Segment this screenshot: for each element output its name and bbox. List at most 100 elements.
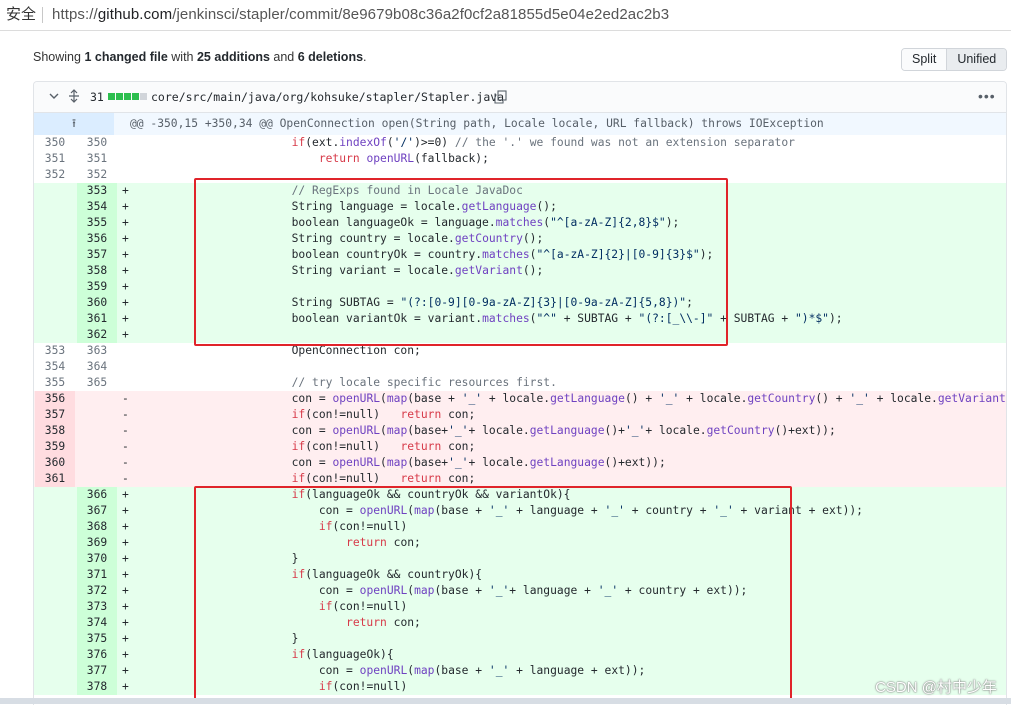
old-line-number[interactable]: 357 — [35, 407, 75, 423]
added-line: 353 + // RegExps found in Locale JavaDoc — [34, 183, 1006, 199]
new-line-number[interactable]: 364 — [77, 359, 117, 375]
new-line-number[interactable]: 371 — [77, 567, 117, 583]
old-line-number[interactable]: 359 — [35, 439, 75, 455]
new-line-number[interactable]: 360 — [77, 295, 117, 311]
context-line: 354 364 — [34, 359, 1006, 375]
address-bar[interactable]: 安全 https://github.com/jenkinsci/stapler/… — [0, 0, 1011, 31]
code-text: if(con!=null) — [318, 520, 408, 533]
code-text: if(languageOk && countryOk){ — [291, 568, 483, 581]
new-line-number[interactable]: 370 — [77, 551, 117, 567]
summary-suffix: . — [363, 50, 367, 64]
old-line-number[interactable]: 353 — [35, 343, 75, 359]
diff-marker: + — [122, 536, 129, 549]
diff-marker: + — [122, 664, 129, 677]
diff-marker: + — [122, 296, 129, 309]
code-text: } — [210, 552, 299, 565]
added-line: 356 + String country = locale.getCountry(… — [34, 231, 1006, 247]
new-line-number[interactable]: 367 — [77, 503, 117, 519]
code-text: if(con!=null) return con; — [291, 440, 476, 453]
code-text: if(con!=null) return con; — [291, 408, 476, 421]
added-line: 377 + con = openURL(map(base + '_' + lang… — [34, 663, 1006, 679]
old-line-number[interactable]: 360 — [35, 455, 75, 471]
added-line: 374 + return con; — [34, 615, 1006, 631]
added-line: 366 + if(languageOk && countryOk && varia… — [34, 487, 1006, 503]
code-text: if(con!=null) — [318, 680, 408, 693]
new-line-number[interactable]: 368 — [77, 519, 117, 535]
change-count: 31 — [90, 90, 104, 104]
code-text: if(languageOk && countryOk && variantOk)… — [291, 488, 571, 501]
old-line-number[interactable]: 355 — [35, 375, 75, 391]
file-diff: 31 core/src/main/java/org/kohsuke/staple… — [33, 81, 1007, 705]
code-text: // try locale specific resources first. — [291, 376, 557, 389]
old-line-number[interactable]: 356 — [35, 391, 75, 407]
new-line-number[interactable]: 374 — [77, 615, 117, 631]
old-line-number[interactable]: 358 — [35, 423, 75, 439]
code-text: String country = locale.getCountry(); — [210, 232, 544, 245]
added-line: 373 + if(con!=null) — [34, 599, 1006, 615]
diff-marker: + — [122, 184, 129, 197]
new-line-number[interactable]: 350 — [77, 135, 117, 151]
url-text[interactable]: https://github.com/jenkinsci/stapler/com… — [52, 0, 669, 30]
expand-up-icon[interactable]: ⭱ — [34, 113, 114, 135]
context-line: 350 350 if(ext.indexOf('/')>=0) // the '.… — [34, 135, 1006, 151]
deleted-line: 361 - if(con!=null) return con; — [34, 471, 1006, 487]
context-line: 355 365 // try locale specific resources … — [34, 375, 1006, 391]
new-line-number[interactable]: 377 — [77, 663, 117, 679]
url-host: github.com — [97, 6, 173, 23]
new-line-number[interactable]: 375 — [77, 631, 117, 647]
diff-table: ⭱ @@ -350,15 +350,34 @@ OpenConnection o… — [34, 113, 1006, 695]
diff-marker: + — [122, 200, 129, 213]
added-line: 354 + String language = locale.getLanguag… — [34, 199, 1006, 215]
new-line-number[interactable]: 363 — [77, 343, 117, 359]
new-line-number[interactable]: 353 — [77, 183, 117, 199]
new-line-number[interactable]: 356 — [77, 231, 117, 247]
new-line-number[interactable]: 373 — [77, 599, 117, 615]
taskbar — [0, 698, 1011, 704]
diff-stat-block — [116, 93, 123, 100]
changed-files-count[interactable]: 1 changed file — [84, 50, 167, 64]
new-line-number[interactable]: 376 — [77, 647, 117, 663]
new-line-number[interactable]: 351 — [77, 151, 117, 167]
new-line-number[interactable]: 355 — [77, 215, 117, 231]
new-line-number[interactable]: 369 — [77, 535, 117, 551]
deleted-line: 356 - con = openURL(map(base + '_' + loca… — [34, 391, 1006, 407]
code-text: return con; — [346, 536, 421, 549]
diff-marker: - — [122, 456, 129, 469]
old-line-number[interactable]: 361 — [35, 471, 75, 487]
diff-stat-block — [132, 93, 139, 100]
secure-indicator[interactable]: 安全 — [6, 0, 36, 30]
diff-marker: + — [122, 520, 129, 533]
new-line-number[interactable]: 378 — [77, 679, 117, 695]
diff-summary: Showing 1 changed file with 25 additions… — [33, 50, 367, 64]
new-line-number[interactable]: 366 — [77, 487, 117, 503]
old-line-number[interactable]: 352 — [35, 167, 75, 183]
new-line-number[interactable]: 352 — [77, 167, 117, 183]
code-text: con = openURL(map(base+'_'+ locale.getLa… — [210, 424, 836, 437]
new-line-number[interactable]: 361 — [77, 311, 117, 327]
additions-count: 25 additions — [196, 50, 270, 64]
unfold-icon[interactable] — [68, 89, 80, 103]
old-line-number[interactable]: 354 — [35, 359, 75, 375]
chevron-down-icon[interactable] — [48, 90, 60, 102]
new-line-number[interactable]: 359 — [77, 279, 117, 295]
split-view-button[interactable]: Split — [902, 49, 947, 70]
summary-with: with — [167, 50, 197, 64]
copy-icon[interactable] — [494, 90, 507, 104]
diff-stat-block — [108, 93, 115, 100]
file-path[interactable]: core/src/main/java/org/kohsuke/stapler/S… — [151, 90, 504, 104]
old-line-number[interactable]: 351 — [35, 151, 75, 167]
new-line-number[interactable]: 362 — [77, 327, 117, 343]
kebab-horizontal-icon[interactable]: ••• — [978, 88, 996, 104]
new-line-number[interactable]: 365 — [77, 375, 117, 391]
old-line-number[interactable]: 350 — [35, 135, 75, 151]
new-line-number[interactable]: 354 — [77, 199, 117, 215]
added-line: 369 + return con; — [34, 535, 1006, 551]
diff-marker: + — [122, 312, 129, 325]
unified-view-button[interactable]: Unified — [946, 49, 1007, 70]
new-line-number[interactable]: 357 — [77, 247, 117, 263]
new-line-number[interactable]: 358 — [77, 263, 117, 279]
new-line-number[interactable]: 372 — [77, 583, 117, 599]
code-text: boolean languageOk = language.matches("^… — [210, 216, 680, 229]
code-text: } — [210, 632, 299, 645]
added-line: 361 + boolean variantOk = variant.matches… — [34, 311, 1006, 327]
